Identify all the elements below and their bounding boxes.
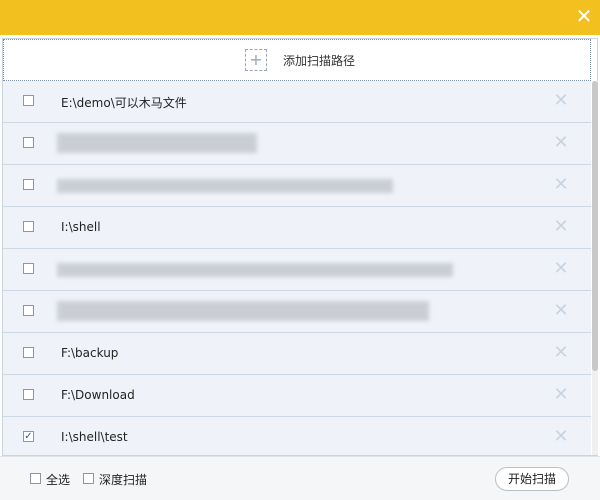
redacted-path xyxy=(57,133,257,153)
row-checkbox[interactable] xyxy=(23,137,34,148)
delete-icon[interactable]: ✕ xyxy=(551,133,571,153)
redacted-path xyxy=(57,301,429,321)
delete-icon[interactable]: ✕ xyxy=(551,343,571,363)
scrollbar[interactable] xyxy=(592,81,598,455)
delete-icon[interactable]: ✕ xyxy=(551,175,571,195)
deep-scan-checkbox[interactable] xyxy=(83,473,94,484)
delete-icon[interactable]: ✕ xyxy=(551,427,571,447)
list-item: ✕ xyxy=(3,165,591,207)
start-scan-button[interactable]: 开始扫描 xyxy=(495,467,569,491)
path-text: I:\shell\test xyxy=(61,430,128,444)
delete-icon[interactable]: ✕ xyxy=(551,259,571,279)
row-checkbox[interactable] xyxy=(23,305,34,316)
redacted-path xyxy=(57,263,453,277)
row-checkbox[interactable] xyxy=(23,347,34,358)
path-text: F:\Download xyxy=(61,388,135,402)
list-item: ✓ I:\shell\test ✕ xyxy=(3,417,591,455)
list-item: ✕ xyxy=(3,123,591,165)
scan-path-list: E:\demo\可以木马文件 ✕ ✕ ✕ I:\shell ✕ ✕ ✕ F:\b… xyxy=(3,81,591,455)
add-scan-path-label: 添加扫描路径 xyxy=(282,53,355,68)
list-item: ✕ xyxy=(3,249,591,291)
row-checkbox[interactable] xyxy=(23,389,34,400)
add-scan-path-button[interactable]: + 添加扫描路径 xyxy=(3,39,591,81)
title-bar: ✕ xyxy=(0,0,600,35)
scrollbar-thumb[interactable] xyxy=(592,81,598,371)
delete-icon[interactable]: ✕ xyxy=(551,301,571,321)
path-text: F:\backup xyxy=(61,346,119,360)
path-text: E:\demo\可以木马文件 xyxy=(61,96,187,110)
list-item: F:\Download ✕ xyxy=(3,375,591,417)
path-text: I:\shell xyxy=(61,220,101,234)
list-item: ✕ xyxy=(3,291,591,333)
redacted-path xyxy=(57,179,393,193)
delete-icon[interactable]: ✕ xyxy=(551,385,571,405)
footer-bar: 全选 深度扫描 开始扫描 xyxy=(0,456,600,500)
row-checkbox[interactable] xyxy=(23,221,34,232)
row-checkbox-checked[interactable]: ✓ xyxy=(23,431,34,442)
close-icon[interactable]: ✕ xyxy=(574,6,594,26)
scan-path-panel: + 添加扫描路径 E:\demo\可以木马文件 ✕ ✕ ✕ I:\shell ✕… xyxy=(2,38,598,456)
select-all-checkbox[interactable] xyxy=(30,473,41,484)
list-item: F:\backup ✕ xyxy=(3,333,591,375)
list-item: I:\shell ✕ xyxy=(3,207,591,249)
delete-icon[interactable]: ✕ xyxy=(551,217,571,237)
select-all-label: 全选 xyxy=(46,473,71,487)
list-item: E:\demo\可以木马文件 ✕ xyxy=(3,81,591,123)
delete-icon[interactable]: ✕ xyxy=(551,91,571,111)
row-checkbox[interactable] xyxy=(23,263,34,274)
add-icon: + xyxy=(244,49,267,71)
row-checkbox[interactable] xyxy=(23,179,34,190)
deep-scan-label: 深度扫描 xyxy=(99,473,148,487)
row-checkbox[interactable] xyxy=(23,95,34,106)
